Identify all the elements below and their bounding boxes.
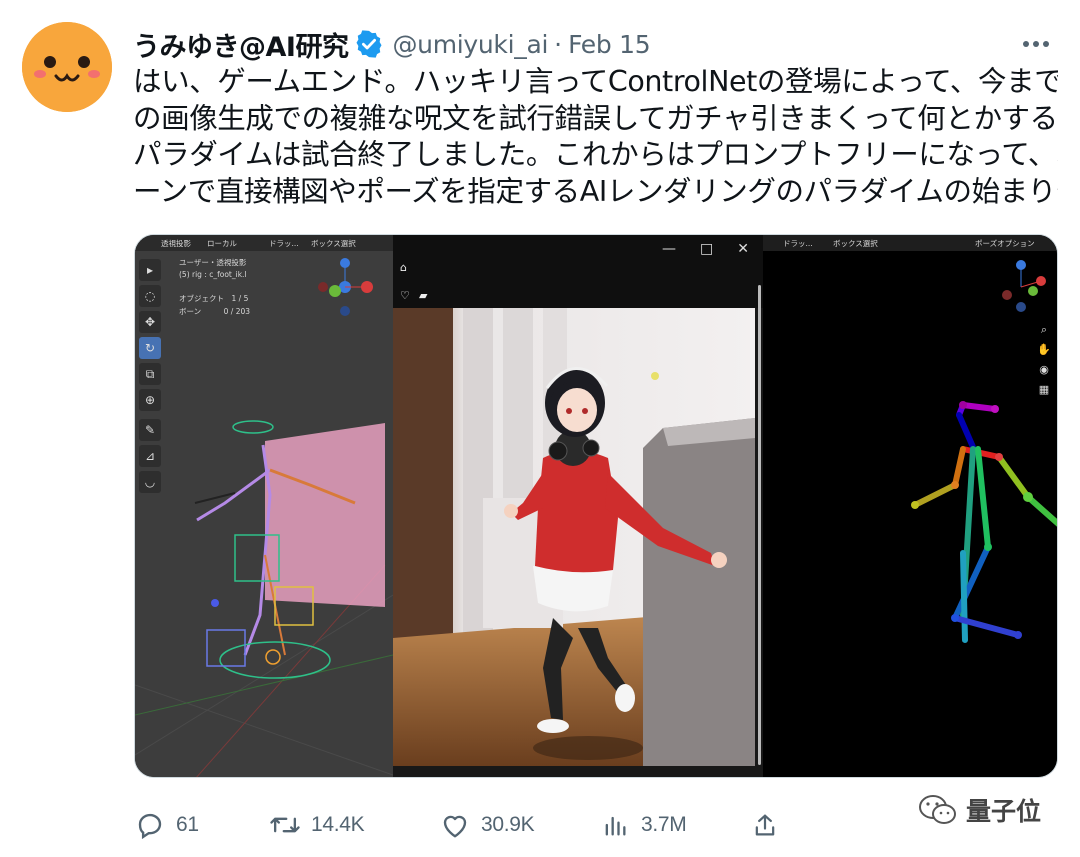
smiley-face-icon — [22, 22, 112, 112]
wechat-icon — [919, 795, 956, 824]
watermark-text: 量子位 — [966, 797, 1042, 826]
tweet-media[interactable]: 透視投影 ローカル ドラッ... ボックス選択 ユーザー・透視投影 (5) ri… — [134, 234, 1058, 778]
share-icon — [749, 809, 781, 841]
pose-skeleton-drawing — [911, 260, 1057, 643]
image-viewer-window: — □ ✕ ⌂ ♡ ▰ — [393, 235, 763, 777]
rig-viewport-drawing — [135, 258, 393, 777]
viewer-toolbar: — □ ✕ ⌂ ♡ ▰ — [393, 235, 763, 308]
retweet-count: 14.4K — [311, 813, 365, 836]
display-name[interactable]: うみゆき@AI研究 — [133, 25, 349, 64]
like-button[interactable]: 30.9K — [439, 809, 599, 841]
minimize-icon[interactable]: — — [662, 241, 676, 257]
window-controls: — □ ✕ — [662, 241, 749, 257]
tweet: うみゆき@AI研究 @umiyuki_ai · Feb 15 はい、ゲームエンド… — [0, 0, 1080, 857]
generated-image — [393, 308, 755, 766]
share-button[interactable] — [749, 809, 781, 841]
tweet-line: ーンで直接構図やポーズを指定するAIレンダリングのパラダイムの始まりや — [133, 174, 1058, 208]
like-count: 30.9K — [481, 813, 535, 836]
retweet-icon — [269, 809, 301, 841]
home-icon[interactable]: ⌂ — [400, 261, 407, 274]
reply-icon — [134, 809, 166, 841]
verified-badge-icon — [356, 30, 382, 58]
handle[interactable]: @umiyuki_ai — [392, 30, 548, 59]
reply-count: 61 — [176, 813, 199, 836]
tweet-line: の画像生成での複雑な呪文を試行錯誤してガチャ引きまくって何とかする — [133, 101, 1058, 135]
close-icon[interactable]: ✕ — [737, 241, 749, 257]
folder-icon[interactable]: ▰ — [419, 289, 427, 302]
views-chart-icon — [599, 809, 631, 841]
tweet-text: はい、ゲームエンド。ハッキリ言ってControlNetの登場によって、今まで の… — [133, 64, 1058, 210]
openpose-viewport: ドラッ... ボックス選択 ポーズオプション ⌕ ✋ ◉ ▦ — [763, 235, 1057, 777]
tweet-date[interactable]: Feb 15 — [568, 30, 651, 59]
retweet-button[interactable]: 14.4K — [269, 809, 439, 841]
separator: · — [554, 29, 563, 59]
tweet-line: パラダイムは試合終了しました。これからはプロンプトフリーになって、ボ — [133, 138, 1058, 171]
heart-icon — [439, 809, 471, 841]
tweet-header: うみゆき@AI研究 @umiyuki_ai · Feb 15 — [133, 24, 1060, 64]
more-options-icon[interactable] — [1016, 26, 1056, 62]
views-count: 3.7M — [641, 813, 687, 836]
tweet-line: はい、ゲームエンド。ハッキリ言ってControlNetの登場によって、今まで — [133, 65, 1058, 98]
tweet-actions: 61 14.4K 30.9K 3.7M — [134, 806, 894, 844]
reply-button[interactable]: 61 — [134, 809, 269, 841]
avatar[interactable] — [22, 22, 112, 112]
scrollbar[interactable] — [758, 285, 761, 765]
views-button[interactable]: 3.7M — [599, 809, 749, 841]
blender-viewport: 透視投影 ローカル ドラッ... ボックス選択 ユーザー・透視投影 (5) ri… — [135, 235, 393, 777]
favorite-icon[interactable]: ♡ — [400, 289, 410, 302]
watermark: 量子位 — [918, 792, 1041, 828]
maximize-icon[interactable]: □ — [700, 241, 713, 257]
